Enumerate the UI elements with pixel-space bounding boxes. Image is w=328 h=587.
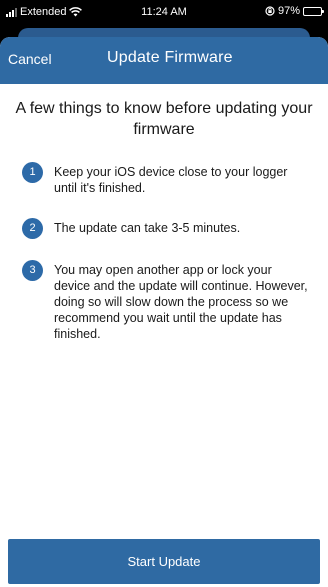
step-text: Keep your iOS device close to your logge… [54, 165, 288, 195]
intro-heading: A few things to know before updating you… [15, 100, 313, 138]
list-item: 3 You may open another app or lock your … [22, 260, 310, 342]
battery-percent: 97% [277, 5, 300, 17]
step-text: The update can take 3-5 minutes. [54, 221, 241, 235]
status-bar: Extended 11:24 AM 97% [0, 0, 328, 24]
step-number-badge: 3 [22, 260, 43, 281]
update-firmware-sheet: Cancel Update Firmware A few things to k… [0, 37, 328, 587]
battery-charging-icon [303, 6, 324, 16]
page-title: Update Firmware [107, 49, 233, 66]
list-item: 2 The update can take 3-5 minutes. [22, 218, 310, 239]
step-number-badge: 2 [22, 218, 43, 239]
start-update-button[interactable]: Start Update [8, 539, 320, 584]
status-right: 97% [265, 5, 324, 17]
step-text: You may open another app or lock your de… [54, 263, 308, 341]
list-item: 1 Keep your iOS device close to your log… [22, 162, 310, 196]
cancel-button[interactable]: Cancel [8, 51, 52, 67]
instruction-list: 1 Keep your iOS device close to your log… [0, 162, 328, 342]
orientation-lock-icon [265, 6, 275, 16]
step-number-badge: 1 [22, 162, 43, 183]
navigation-bar: Cancel Update Firmware [0, 37, 328, 84]
